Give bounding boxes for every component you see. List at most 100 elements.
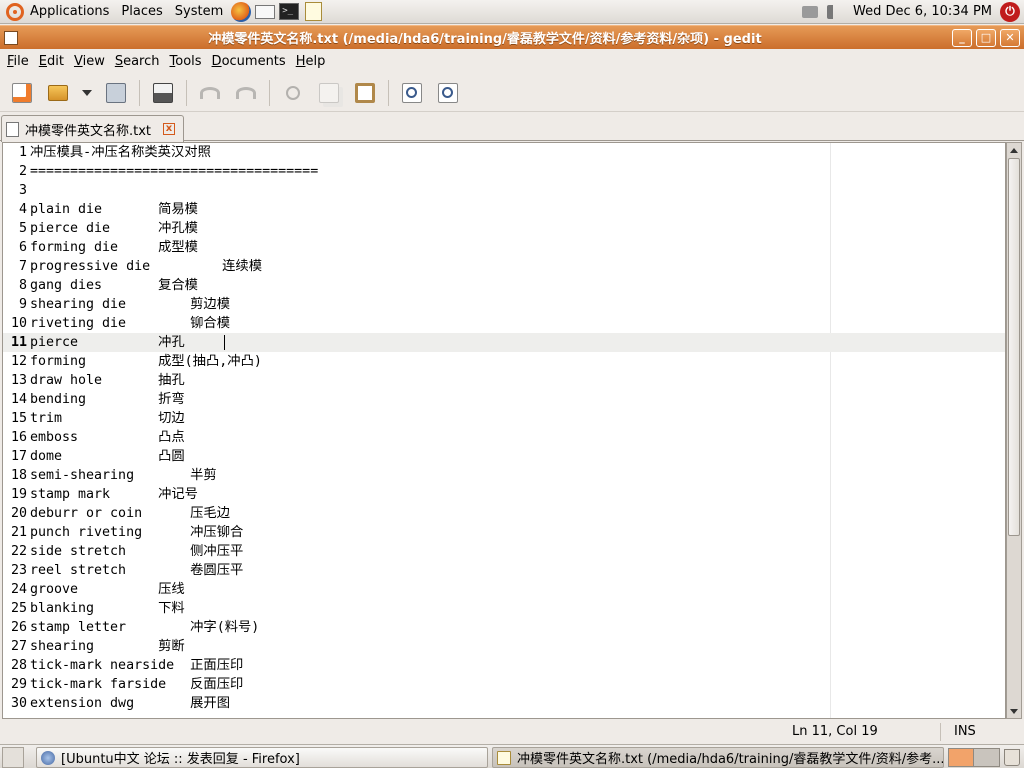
new-document-button[interactable]	[6, 77, 38, 109]
find-replace-icon	[438, 82, 458, 103]
editor-line[interactable]: 16 emboss 凸点	[3, 428, 1005, 447]
editor-line[interactable]: 18 semi-shearing 半剪	[3, 466, 1005, 485]
volume-icon[interactable]	[827, 4, 843, 19]
line-number: 1	[18, 145, 27, 160]
editor-lines: 1 冲压模具-冲压名称类英汉对照 2 ========================…	[3, 143, 1005, 713]
editor-line[interactable]: 17 dome 凸圆	[3, 447, 1005, 466]
editor-line[interactable]: 10 riveting die 铆合模	[3, 314, 1005, 333]
open-recent-dropdown-icon[interactable]	[82, 89, 92, 96]
power-icon[interactable]: ⏻	[1000, 1, 1020, 22]
show-desktop-button[interactable]	[2, 747, 24, 768]
scroll-up-button[interactable]	[1007, 143, 1021, 157]
tab-document[interactable]: 冲模零件英文名称.txt x	[1, 115, 184, 142]
menu-help[interactable]: Help	[291, 54, 331, 69]
window-title: 冲模零件英文名称.txt (/media/hda6/training/睿磊教学文…	[208, 32, 762, 47]
editor-line[interactable]: 6 forming die 成型模	[3, 238, 1005, 257]
editor-line[interactable]: 7 progressive die 连续模	[3, 257, 1005, 276]
editor-line[interactable]: 29 tick-mark farside 反面压印	[3, 675, 1005, 694]
menu-file[interactable]: File	[2, 54, 34, 69]
editor-line[interactable]: 19 stamp mark 冲记号	[3, 485, 1005, 504]
clock[interactable]: Wed Dec 6, 10:34 PM	[847, 4, 998, 19]
line-number: 20	[10, 506, 27, 521]
line-number: 25	[10, 601, 27, 616]
tab-label: 冲模零件英文名称.txt	[25, 123, 152, 139]
taskbar-firefox[interactable]: [Ubuntu中文 论坛 :: 发表回复 - Firefox]	[36, 747, 488, 768]
text-editor-launcher[interactable]	[302, 1, 324, 23]
editor-line[interactable]: 22 side stretch 侧冲压平	[3, 542, 1005, 561]
workspace-2[interactable]	[974, 749, 999, 766]
editor-line[interactable]: 27 shearing 剪断	[3, 637, 1005, 656]
workspace-1[interactable]	[949, 749, 975, 766]
editor-line[interactable]: 24 groove 压线	[3, 580, 1005, 599]
editor-line[interactable]: 21 punch riveting 冲压铆合	[3, 523, 1005, 542]
scroll-down-button[interactable]	[1007, 704, 1021, 718]
gedit-task-icon	[497, 750, 511, 765]
editor-line[interactable]: 5 pierce die 冲孔模	[3, 219, 1005, 238]
scrollbar-thumb[interactable]	[1008, 158, 1020, 536]
terminal-launcher[interactable]: >_	[278, 1, 300, 23]
redo-button[interactable]	[230, 77, 262, 109]
editor-line[interactable]: 2 ====================================	[3, 162, 1005, 181]
editor-line[interactable]: 14 bending 折弯	[3, 390, 1005, 409]
editor-line[interactable]: 28 tick-mark nearside 正面压印	[3, 656, 1005, 675]
arrow-down-icon	[1010, 708, 1018, 714]
editor-line[interactable]: 23 reel stretch 卷圆压平	[3, 561, 1005, 580]
find-button[interactable]	[396, 77, 428, 109]
line-text: stamp letter 冲字(料号)	[30, 620, 260, 635]
menu-tools[interactable]: Tools	[165, 54, 207, 69]
menu-search[interactable]: Search	[110, 54, 165, 69]
trash-icon[interactable]	[1004, 749, 1020, 766]
mail-launcher[interactable]	[254, 1, 276, 23]
editor-line[interactable]: 30 extension dwg 展开图	[3, 694, 1005, 713]
editor-line[interactable]: 1 冲压模具-冲压名称类英汉对照	[3, 143, 1005, 162]
line-number: 11	[10, 335, 27, 350]
editor-line[interactable]: 13 draw hole 抽孔	[3, 371, 1005, 390]
copy-button[interactable]	[313, 77, 345, 109]
system-menu[interactable]: System	[169, 0, 229, 24]
gedit-window-icon[interactable]	[4, 30, 18, 45]
minimize-button[interactable]: _	[952, 28, 972, 47]
editor-line[interactable]: 3	[3, 181, 1005, 200]
window-titlebar[interactable]: 冲模零件英文名称.txt (/media/hda6/training/睿磊教学文…	[0, 25, 1024, 49]
menu-edit[interactable]: Edit	[34, 54, 69, 69]
editor-line[interactable]: 12 forming 成型(抽凸,冲凸)	[3, 352, 1005, 371]
applications-menu-label: Applications	[30, 4, 110, 19]
places-menu[interactable]: Places	[115, 0, 168, 24]
editor-line[interactable]: 9 shearing die 剪边模	[3, 295, 1005, 314]
open-button[interactable]	[42, 77, 74, 109]
taskbar-gedit[interactable]: 冲模零件英文名称.txt (/media/hda6/training/睿磊教学文…	[492, 747, 944, 768]
editor-line[interactable]: 8 gang dies 复合模	[3, 276, 1005, 295]
maximize-button[interactable]: □	[976, 28, 996, 47]
line-text: draw hole 抽孔	[30, 373, 185, 388]
undo-button[interactable]	[194, 77, 226, 109]
close-window-button[interactable]: ✕	[1000, 28, 1020, 47]
editor-line[interactable]: 4 plain die 简易模	[3, 200, 1005, 219]
menu-view-label: iew	[82, 53, 105, 69]
vertical-scrollbar[interactable]	[1006, 142, 1022, 719]
editor-line[interactable]: 15 trim 切边	[3, 409, 1005, 428]
close-tab-icon[interactable]: x	[163, 123, 175, 135]
editor-line[interactable]: 11 pierce 冲孔	[3, 333, 1005, 352]
save-button[interactable]	[100, 77, 132, 109]
network-icon[interactable]	[802, 5, 819, 18]
firefox-task-icon	[41, 750, 55, 765]
editor-line[interactable]: 25 blanking 下料	[3, 599, 1005, 618]
undo-icon	[200, 86, 220, 99]
menu-documents[interactable]: Documents	[207, 54, 291, 69]
text-editor[interactable]: 1 冲压模具-冲压名称类英汉对照 2 ========================…	[2, 142, 1006, 719]
cursor-position: Ln 11, Col 19	[792, 724, 878, 739]
editor-line[interactable]: 20 deburr or coin 压毛边	[3, 504, 1005, 523]
firefox-launcher[interactable]	[230, 1, 252, 23]
cut-button[interactable]	[277, 77, 309, 109]
menu-view[interactable]: View	[69, 54, 110, 69]
redo-icon	[236, 86, 256, 99]
applications-menu[interactable]: Applications	[0, 0, 115, 24]
paste-button[interactable]	[349, 77, 381, 109]
editor-line[interactable]: 26 stamp letter 冲字(料号)	[3, 618, 1005, 637]
arrow-up-icon	[1010, 147, 1018, 153]
print-button[interactable]	[147, 77, 179, 109]
find-replace-button[interactable]	[432, 77, 464, 109]
line-number: 17	[10, 449, 27, 464]
workspace-switcher[interactable]	[948, 748, 1000, 767]
line-text: bending 折弯	[30, 392, 185, 407]
